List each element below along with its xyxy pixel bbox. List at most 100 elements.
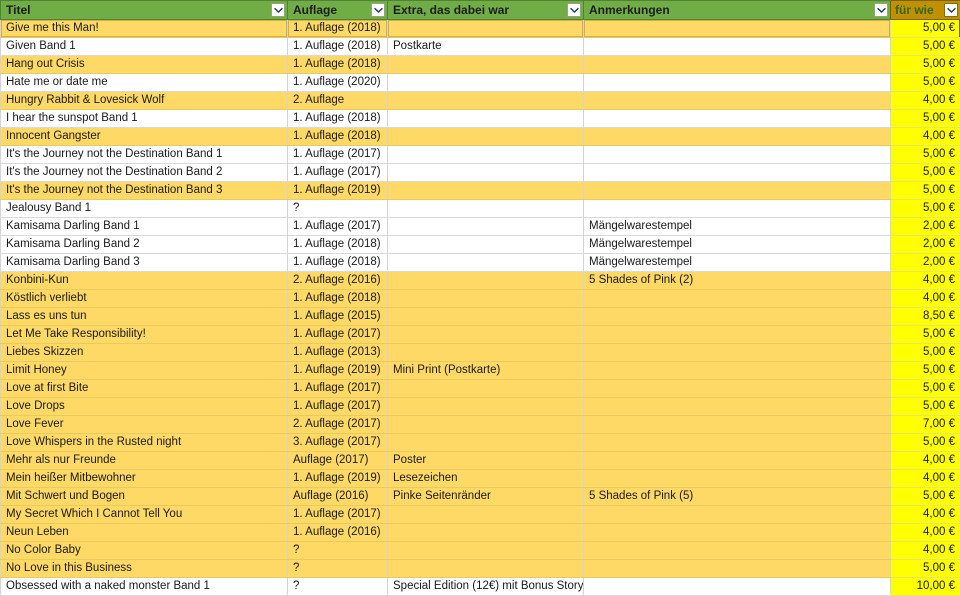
cell-preis[interactable]: 5,00 € (891, 164, 960, 182)
cell-auflage[interactable]: 1. Auflage (2018) (288, 38, 388, 56)
cell-preis[interactable]: 8,50 € (891, 308, 960, 326)
cell-extra[interactable]: Poster (388, 452, 584, 470)
cell-preis[interactable]: 4,00 € (891, 92, 960, 110)
chevron-down-icon-auflage[interactable] (371, 3, 385, 17)
cell-auflage[interactable]: 1. Auflage (2015) (288, 308, 388, 326)
cell-anmerk[interactable] (584, 470, 891, 488)
cell-extra[interactable]: Postkarte (388, 38, 584, 56)
cell-extra[interactable] (388, 326, 584, 344)
cell-anmerk[interactable] (584, 290, 891, 308)
cell-preis[interactable]: 5,00 € (891, 146, 960, 164)
cell-anmerk[interactable] (584, 380, 891, 398)
cell-anmerk[interactable] (584, 92, 891, 110)
cell-auflage[interactable]: 1. Auflage (2018) (288, 56, 388, 74)
cell-extra[interactable] (388, 542, 584, 560)
cell-anmerk[interactable] (584, 164, 891, 182)
cell-extra[interactable] (388, 200, 584, 218)
cell-anmerk[interactable] (584, 452, 891, 470)
cell-extra[interactable]: Lesezeichen (388, 470, 584, 488)
cell-extra[interactable] (388, 218, 584, 236)
cell-titel[interactable]: Konbini-Kun (1, 272, 288, 290)
cell-anmerk[interactable] (584, 56, 891, 74)
cell-auflage[interactable]: 1. Auflage (2019) (288, 362, 388, 380)
cell-extra[interactable] (388, 182, 584, 200)
cell-auflage[interactable]: 1. Auflage (2017) (288, 506, 388, 524)
cell-titel[interactable]: Love Fever (1, 416, 288, 434)
cell-extra[interactable] (388, 380, 584, 398)
cell-anmerk[interactable]: Mängelwarestempel (584, 254, 891, 272)
cell-extra[interactable] (388, 236, 584, 254)
cell-preis[interactable]: 7,00 € (891, 416, 960, 434)
cell-anmerk[interactable] (584, 200, 891, 218)
cell-titel[interactable]: Hate me or date me (1, 74, 288, 92)
cell-extra[interactable] (388, 272, 584, 290)
chevron-down-icon-extra[interactable] (567, 3, 581, 17)
cell-extra[interactable] (388, 308, 584, 326)
cell-extra[interactable] (388, 416, 584, 434)
cell-anmerk[interactable] (584, 20, 891, 38)
cell-anmerk[interactable] (584, 110, 891, 128)
cell-titel[interactable]: Give me this Man! (1, 20, 288, 38)
cell-titel[interactable]: Let Me Take Responsibility! (1, 326, 288, 344)
cell-preis[interactable]: 4,00 € (891, 272, 960, 290)
cell-auflage[interactable]: 2. Auflage (2017) (288, 416, 388, 434)
cell-preis[interactable]: 5,00 € (891, 560, 960, 578)
cell-auflage[interactable]: 3. Auflage (2017) (288, 434, 388, 452)
cell-anmerk[interactable] (584, 128, 891, 146)
cell-preis[interactable]: 5,00 € (891, 20, 960, 38)
cell-titel[interactable]: Innocent Gangster (1, 128, 288, 146)
cell-titel[interactable]: No Love in this Business (1, 560, 288, 578)
cell-titel[interactable]: My Secret Which I Cannot Tell You (1, 506, 288, 524)
cell-anmerk[interactable]: Mängelwarestempel (584, 236, 891, 254)
cell-anmerk[interactable] (584, 344, 891, 362)
cell-titel[interactable]: I hear the sunspot Band 1 (1, 110, 288, 128)
cell-auflage[interactable]: 2. Auflage (288, 92, 388, 110)
chevron-down-icon-titel[interactable] (271, 3, 285, 17)
cell-auflage[interactable]: 2. Auflage (2016) (288, 272, 388, 290)
cell-auflage[interactable]: 1. Auflage (2017) (288, 398, 388, 416)
cell-auflage[interactable]: 1. Auflage (2017) (288, 164, 388, 182)
cell-auflage[interactable]: Auflage (2016) (288, 488, 388, 506)
cell-auflage[interactable]: 1. Auflage (2016) (288, 524, 388, 542)
cell-anmerk[interactable] (584, 542, 891, 560)
cell-extra[interactable] (388, 524, 584, 542)
cell-extra[interactable] (388, 344, 584, 362)
cell-anmerk[interactable] (584, 434, 891, 452)
cell-auflage[interactable]: ? (288, 560, 388, 578)
cell-titel[interactable]: Liebes Skizzen (1, 344, 288, 362)
cell-anmerk[interactable] (584, 398, 891, 416)
cell-titel[interactable]: Given Band 1 (1, 38, 288, 56)
cell-preis[interactable]: 5,00 € (891, 398, 960, 416)
cell-preis[interactable]: 4,00 € (891, 128, 960, 146)
cell-anmerk[interactable] (584, 524, 891, 542)
cell-extra[interactable] (388, 164, 584, 182)
cell-auflage[interactable]: Auflage (2017) (288, 452, 388, 470)
cell-extra[interactable] (388, 506, 584, 524)
cell-preis[interactable]: 4,00 € (891, 524, 960, 542)
cell-anmerk[interactable]: 5 Shades of Pink (2) (584, 272, 891, 290)
cell-anmerk[interactable] (584, 146, 891, 164)
cell-anmerk[interactable]: 5 Shades of Pink (5) (584, 488, 891, 506)
cell-anmerk[interactable] (584, 560, 891, 578)
cell-titel[interactable]: Kamisama Darling Band 3 (1, 254, 288, 272)
cell-auflage[interactable]: 1. Auflage (2018) (288, 110, 388, 128)
cell-preis[interactable]: 5,00 € (891, 344, 960, 362)
cell-preis[interactable]: 2,00 € (891, 218, 960, 236)
cell-preis[interactable]: 4,00 € (891, 470, 960, 488)
cell-preis[interactable]: 5,00 € (891, 434, 960, 452)
chevron-down-icon-preis[interactable] (944, 3, 958, 17)
cell-titel[interactable]: It's the Journey not the Destination Ban… (1, 182, 288, 200)
cell-auflage[interactable]: 1. Auflage (2018) (288, 290, 388, 308)
cell-auflage[interactable]: 1. Auflage (2013) (288, 344, 388, 362)
cell-auflage[interactable]: ? (288, 200, 388, 218)
cell-titel[interactable]: Mit Schwert und Bogen (1, 488, 288, 506)
cell-titel[interactable]: Köstlich verliebt (1, 290, 288, 308)
cell-anmerk[interactable] (584, 182, 891, 200)
cell-anmerk[interactable] (584, 74, 891, 92)
cell-extra[interactable] (388, 146, 584, 164)
cell-anmerk[interactable] (584, 416, 891, 434)
cell-auflage[interactable]: 1. Auflage (2019) (288, 182, 388, 200)
chevron-down-icon-anmerk[interactable] (874, 3, 888, 17)
cell-preis[interactable]: 4,00 € (891, 542, 960, 560)
cell-auflage[interactable]: 1. Auflage (2017) (288, 326, 388, 344)
